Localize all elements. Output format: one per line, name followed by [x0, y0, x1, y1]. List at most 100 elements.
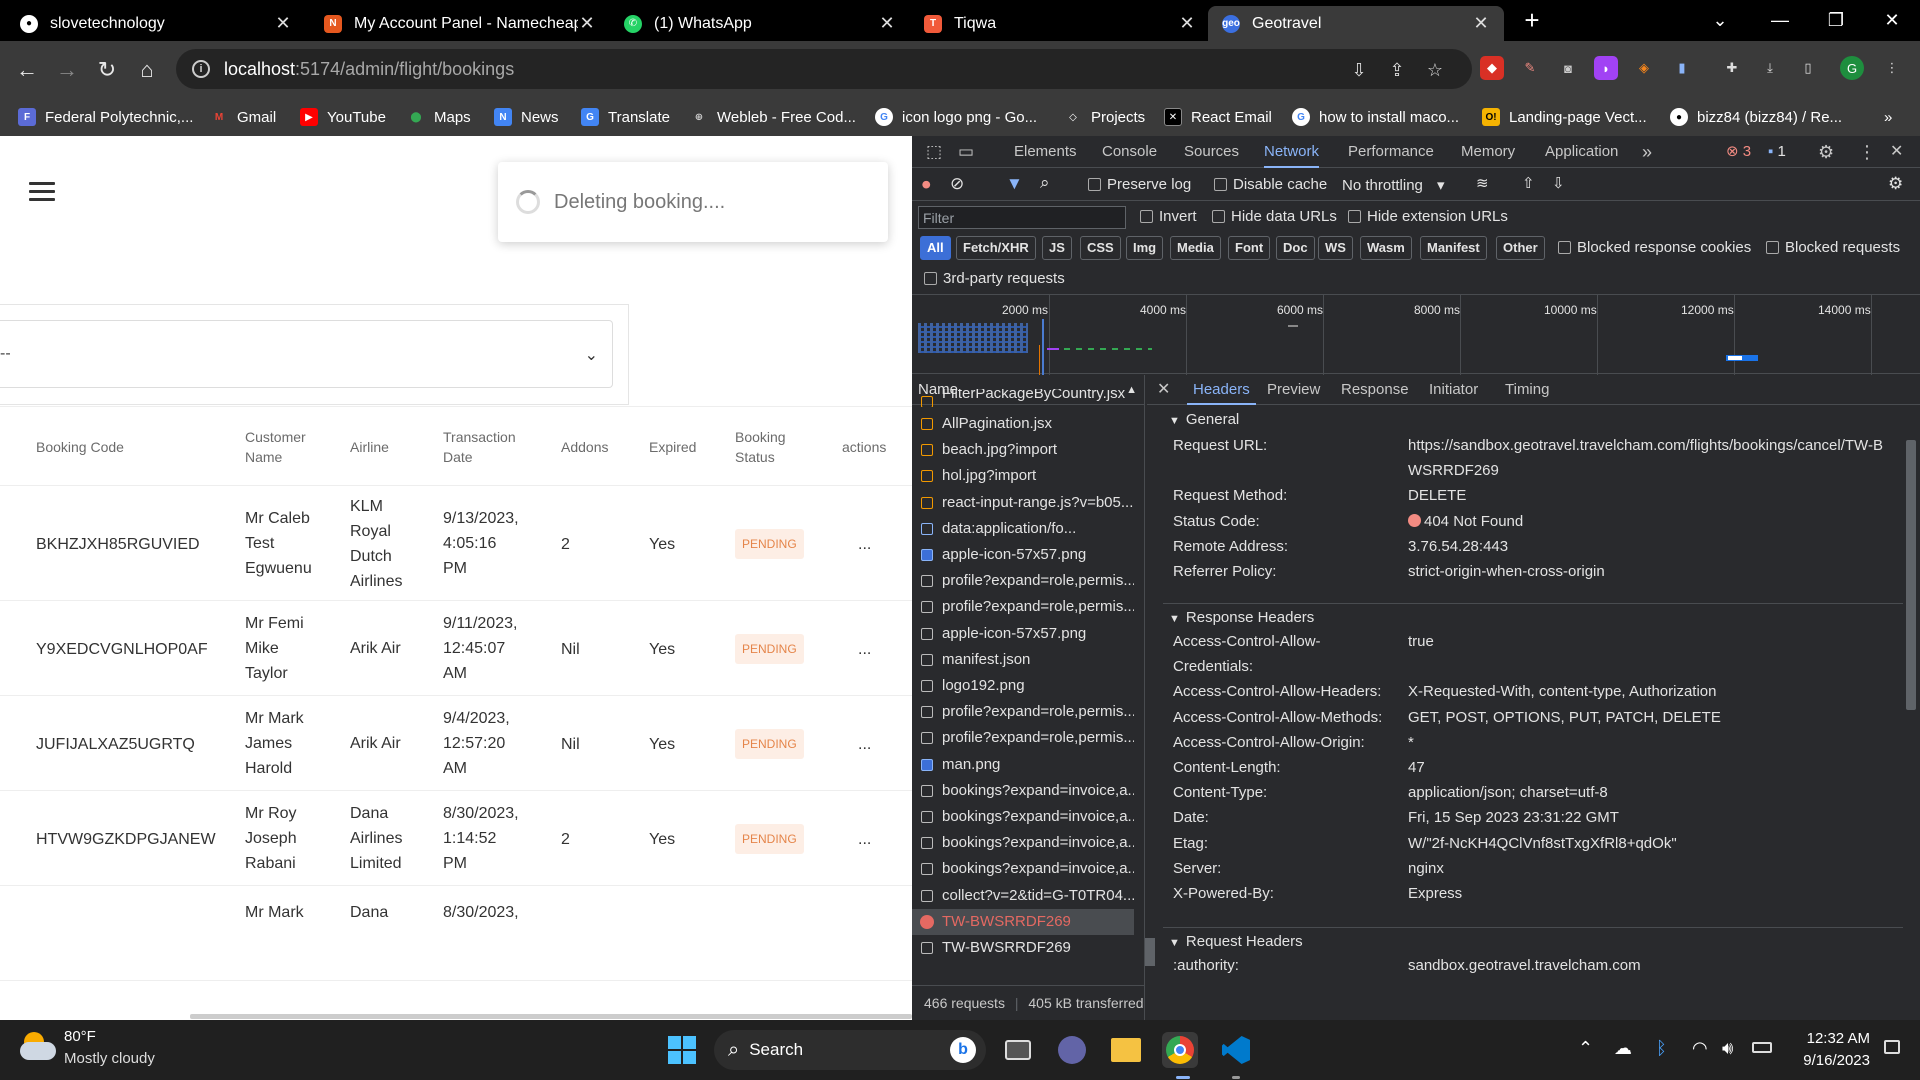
type-fetch-xhr[interactable]: Fetch/XHR — [956, 236, 1036, 260]
request-headers-section-header[interactable]: ▼ Request Headers — [1163, 927, 1903, 955]
tab-application[interactable]: Application — [1545, 136, 1618, 168]
hamburger-menu-icon[interactable] — [29, 182, 55, 202]
weather-cloud-icon[interactable] — [20, 1032, 56, 1064]
tab-sources[interactable]: Sources — [1184, 136, 1239, 168]
minimize-button[interactable]: — — [1752, 0, 1808, 41]
extension-icon[interactable]: ◗ — [1594, 56, 1618, 80]
request-row[interactable]: collect?v=2&tid=G-T0TR04... — [912, 883, 1134, 909]
pen-icon[interactable]: ✎ — [1518, 56, 1542, 80]
tab-geotravel[interactable]: geo Geotravel ✕ — [1208, 6, 1504, 41]
tab-tiqwa[interactable]: T Tiqwa ✕ — [910, 6, 1210, 41]
taskbar-search[interactable]: ⌕ Search b — [714, 1030, 986, 1070]
maximize-button[interactable]: ❐ — [1808, 0, 1864, 41]
bookmark-item[interactable]: O! Landing-page Vect... — [1482, 98, 1647, 136]
tab-preview[interactable]: Preview — [1267, 375, 1320, 405]
tab-response[interactable]: Response — [1341, 375, 1409, 405]
task-view-icon[interactable] — [1000, 1032, 1036, 1068]
bookmark-item[interactable]: Gicon logo png - Go... — [875, 98, 1037, 136]
tray-overflow-icon[interactable]: ⌃ — [1578, 1038, 1593, 1059]
general-section-header[interactable]: ▼ General — [1163, 406, 1903, 434]
bookmark-item[interactable]: ◇ Projects — [1064, 98, 1145, 136]
request-row[interactable]: logo192.png — [912, 673, 1134, 699]
request-row[interactable]: react-input-range.js?v=b05... — [912, 490, 1134, 516]
tab-timing[interactable]: Timing — [1505, 375, 1549, 405]
export-har-icon[interactable]: ⇩ — [1552, 174, 1565, 192]
bookmark-item[interactable]: ● bizz84 (bizz84) / Re... — [1670, 98, 1842, 136]
bookmark-item[interactable]: N News — [494, 98, 559, 136]
tab-namecheap[interactable]: N My Account Panel - Namecheap ✕ — [310, 6, 610, 41]
request-row[interactable]: manifest.json — [912, 647, 1134, 673]
tab-network[interactable]: Network — [1264, 136, 1320, 168]
close-icon[interactable]: ✕ — [1472, 13, 1490, 34]
onedrive-icon[interactable]: ☁ — [1614, 1038, 1632, 1059]
row-actions[interactable]: ... — [858, 532, 871, 557]
bookmark-item[interactable]: ✕ React Email — [1164, 98, 1272, 136]
side-panel-icon[interactable]: ▯ — [1796, 56, 1820, 80]
request-row[interactable]: AllPagination.jsx — [912, 411, 1134, 437]
type-doc[interactable]: Doc — [1276, 236, 1315, 260]
blocked-cookies-checkbox[interactable]: Blocked response cookies — [1558, 239, 1751, 256]
network-overview-timeline[interactable]: 2000 ms 4000 ms 6000 ms 8000 ms 10000 ms… — [912, 294, 1920, 375]
more-tabs-icon[interactable]: » — [1642, 136, 1652, 168]
type-font[interactable]: Font — [1228, 236, 1271, 260]
invert-checkbox[interactable]: Invert — [1140, 208, 1197, 225]
clear-icon[interactable]: ⊘ — [950, 174, 964, 194]
close-window-button[interactable]: ✕ — [1864, 0, 1920, 41]
network-settings-icon[interactable]: ⚙ — [1888, 174, 1903, 194]
bookmark-item[interactable]: ⊕ Webleb - Free Cod... — [690, 98, 856, 136]
request-row[interactable]: TW-BWSRRDF269 — [912, 935, 1134, 961]
menu-kebab-icon[interactable]: ⋮ — [1880, 56, 1904, 80]
tab-console[interactable]: Console — [1102, 136, 1157, 168]
inspect-icon[interactable]: ⬚ — [926, 136, 942, 168]
disable-cache-checkbox[interactable]: Disable cache — [1214, 176, 1327, 193]
hide-extension-urls-checkbox[interactable]: Hide extension URLs — [1348, 208, 1508, 225]
devtools-menu-icon[interactable]: ⋮ — [1858, 136, 1876, 168]
type-wasm[interactable]: Wasm — [1360, 236, 1412, 260]
tab-initiator[interactable]: Initiator — [1429, 375, 1478, 405]
row-actions[interactable]: ... — [858, 637, 871, 662]
request-row[interactable]: beach.jpg?import — [912, 437, 1134, 463]
request-row[interactable]: TW-BWSRRDF269 — [912, 908, 1134, 935]
share-icon[interactable]: ⇪ — [1386, 59, 1408, 81]
download-icon[interactable]: ⤓ — [1758, 56, 1782, 80]
request-row[interactable]: bookings?expand=invoice,a... — [912, 856, 1134, 882]
bookmark-item[interactable]: G Translate — [581, 98, 670, 136]
home-icon[interactable]: ⌂ — [132, 55, 162, 85]
third-party-checkbox[interactable]: 3rd-party requests — [924, 270, 1065, 287]
file-explorer-icon[interactable] — [1108, 1032, 1144, 1068]
request-row[interactable]: bookings?expand=invoice,a... — [912, 804, 1134, 830]
message-count[interactable]: ▪ 1 — [1768, 136, 1786, 168]
close-icon[interactable]: ✕ — [878, 13, 896, 34]
reload-icon[interactable]: ↻ — [92, 55, 122, 85]
request-row[interactable]: man.png — [912, 752, 1134, 778]
type-media[interactable]: Media — [1170, 236, 1221, 260]
request-row[interactable]: profile?expand=role,permis... — [912, 725, 1134, 751]
notification-icon[interactable] — [1884, 1040, 1904, 1060]
tab-slovetechnology[interactable]: ● slovetechnology ✕ — [6, 6, 306, 41]
tab-headers[interactable]: Headers — [1187, 375, 1256, 405]
request-row[interactable]: profile?expand=role,permis... — [912, 699, 1134, 725]
import-har-icon[interactable]: ⇧ — [1522, 174, 1535, 192]
type-js[interactable]: JS — [1042, 236, 1072, 260]
request-row[interactable]: data:application/fo... — [912, 516, 1134, 542]
wifi-icon[interactable]: ◠ — [1692, 1038, 1708, 1059]
bookmark-star-icon[interactable]: ☆ — [1424, 59, 1446, 81]
bookmark-item[interactable]: M Gmail — [210, 98, 276, 136]
record-stop-icon[interactable]: ⏺ — [922, 175, 931, 195]
battery-icon[interactable] — [1752, 1042, 1772, 1053]
camera-icon[interactable]: ◙ — [1556, 56, 1580, 80]
type-img[interactable]: Img — [1126, 236, 1164, 260]
request-row[interactable]: bookings?expand=invoice,a... — [912, 778, 1134, 804]
bookmark-item[interactable]: Ghow to install maco... — [1292, 98, 1459, 136]
site-info-icon[interactable]: i — [192, 60, 210, 78]
clock-time[interactable]: 12:32 AM — [1790, 1030, 1870, 1047]
throttling-select[interactable]: No throttling ▾ — [1342, 176, 1445, 194]
bookmark-item[interactable]: F Federal Polytechnic,... — [18, 98, 193, 136]
close-icon[interactable]: ✕ — [1178, 13, 1196, 34]
tab-search-icon[interactable]: ⌄ — [1692, 0, 1748, 41]
row-actions[interactable]: ... — [858, 732, 871, 757]
extensions-puzzle-icon[interactable]: ✚ — [1720, 56, 1744, 80]
hide-data-urls-checkbox[interactable]: Hide data URLs — [1212, 208, 1337, 225]
clock-date[interactable]: 9/16/2023 — [1790, 1052, 1870, 1069]
settings-gear-icon[interactable]: ⚙ — [1818, 136, 1834, 168]
